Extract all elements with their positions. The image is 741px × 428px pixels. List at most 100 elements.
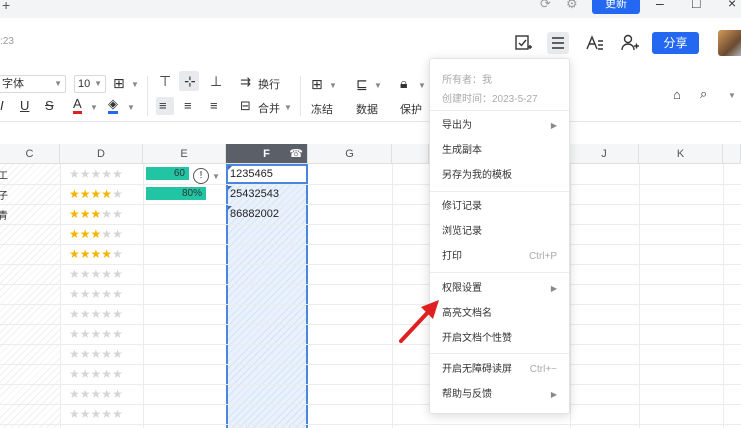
menu-item-revision-history[interactable]: 修订记录	[430, 196, 569, 218]
font-color-icon[interactable]: A	[73, 97, 82, 114]
cell-c2[interactable]: 子	[0, 187, 8, 202]
chevron-down-icon[interactable]: ▼	[728, 91, 736, 100]
align-center-icon[interactable]: ≡	[184, 98, 192, 113]
data-label[interactable]: 数据	[356, 101, 378, 117]
share-button[interactable]: 分享	[652, 32, 699, 54]
row-divider	[0, 264, 741, 265]
wrap-label[interactable]: 换行	[258, 76, 280, 92]
menu-item-highlight-name[interactable]: 高亮文档名	[430, 303, 569, 325]
cell-f2[interactable]: 25432543	[230, 188, 279, 200]
column-header-d[interactable]: D	[60, 144, 143, 164]
settings-icon[interactable]: ⚙	[566, 0, 578, 12]
star-icon: ★	[112, 367, 123, 381]
text-format-icon[interactable]	[584, 32, 606, 54]
data-icon[interactable]: ⊑	[356, 76, 368, 93]
strikethrough-icon[interactable]: S	[45, 98, 54, 113]
search-icon[interactable]: ⌕	[700, 86, 707, 102]
align-top-icon[interactable]: ⊤	[159, 73, 171, 90]
star-icon: ★	[79, 187, 91, 201]
align-middle-icon[interactable]: ⊹	[184, 73, 196, 90]
star-icon: ★	[90, 247, 102, 261]
star-rating[interactable]: ★★★★★	[69, 267, 123, 281]
freeze-icon[interactable]: ⊞	[311, 76, 323, 93]
menu-item-save-template[interactable]: 另存为我的模板	[430, 165, 569, 187]
cell-c3[interactable]: 青	[0, 207, 8, 222]
menu-item-view-history[interactable]: 浏览记录	[430, 221, 569, 243]
star-icon: ★	[90, 387, 102, 401]
star-rating[interactable]: ★★★★★	[69, 367, 123, 381]
column-header-l[interactable]	[723, 144, 741, 164]
menu-item-screen-reader[interactable]: 开启无障碍读屏 Ctrl+~	[430, 359, 569, 381]
chevron-down-icon[interactable]: ▼	[212, 172, 220, 181]
avatar[interactable]	[718, 30, 741, 56]
star-rating[interactable]: ★★★★★	[69, 347, 123, 361]
chevron-down-icon[interactable]: ▼	[284, 103, 292, 112]
star-rating[interactable]: ★★★★★	[69, 167, 123, 181]
lock-icon[interactable]: 🔒︎	[400, 75, 407, 92]
star-rating[interactable]: ★★★★★	[69, 247, 123, 261]
star-rating[interactable]: ★★★★★	[69, 307, 123, 321]
column-header-h[interactable]	[392, 144, 429, 164]
menu-item-doc-likes[interactable]: 开启文档个性赞	[430, 328, 569, 350]
align-right-icon[interactable]: ≡	[210, 98, 218, 113]
align-left-icon[interactable]: ≡	[159, 98, 167, 113]
maximize-icon[interactable]: □	[692, 0, 700, 11]
menu-item-export[interactable]: 导出为 ▶	[430, 115, 569, 137]
data-bar-e1[interactable]: 60	[146, 167, 189, 180]
star-icon: ★	[101, 207, 113, 221]
wrap-icon[interactable]: ⇉	[240, 74, 251, 90]
cell-f1[interactable]: 1235465	[230, 168, 273, 180]
font-family-select[interactable]: 字体 ▼	[0, 75, 66, 93]
menu-item-duplicate[interactable]: 生成副本	[430, 140, 569, 162]
star-rating[interactable]: ★★★★★	[69, 407, 123, 421]
chevron-down-icon[interactable]: ▼	[90, 103, 98, 112]
star-rating[interactable]: ★★★★★	[69, 327, 123, 341]
data-bar-e2[interactable]: 80%	[146, 187, 206, 200]
merge-icon[interactable]: ⊟	[240, 98, 251, 114]
column-header-f[interactable]: F ☎	[226, 144, 308, 164]
italic-icon[interactable]: I	[0, 98, 4, 113]
menu-item-print[interactable]: 打印 Ctrl+P	[430, 246, 569, 268]
menu-item-help[interactable]: 帮助与反馈 ▶	[430, 384, 569, 406]
font-size-select[interactable]: 10 ▼	[74, 75, 106, 93]
star-rating[interactable]: ★★★★★	[69, 207, 123, 221]
protect-label[interactable]: 保护	[400, 101, 422, 117]
column-header-e[interactable]: E	[143, 144, 226, 164]
task-check-icon[interactable]	[512, 32, 534, 54]
spreadsheet-grid[interactable]: 工 子 青 ★★★★★ ★★★★★ ★★★★★ ★★★★★ ★★★★★ ★★★★★ ★★★★…	[0, 164, 741, 428]
row-divider	[0, 324, 741, 325]
menu-item-label: 导出为	[442, 120, 472, 131]
chevron-down-icon[interactable]: ▼	[329, 81, 337, 90]
format-painter-icon[interactable]: ⌂	[673, 87, 681, 102]
cell-c1[interactable]: 工	[0, 167, 8, 182]
chevron-down-icon[interactable]: ▼	[374, 81, 382, 90]
cell-f3[interactable]: 86882002	[230, 208, 279, 220]
freeze-label[interactable]: 冻结	[311, 101, 333, 117]
new-tab-plus-icon[interactable]: +	[2, 0, 10, 13]
align-bottom-icon[interactable]: ⊥	[210, 73, 222, 90]
star-rating[interactable]: ★★★★★	[69, 387, 123, 401]
border-icon[interactable]: ⊞	[113, 75, 125, 92]
menu-item-permissions[interactable]: 权限设置 ▶	[430, 278, 569, 300]
add-collaborator-icon[interactable]	[619, 32, 641, 54]
underline-icon[interactable]: U	[20, 98, 29, 113]
column-header-j[interactable]: J	[570, 144, 639, 164]
column-header-g[interactable]: G	[308, 144, 392, 164]
star-rating[interactable]: ★★★★★	[69, 187, 123, 201]
star-rating[interactable]: ★★★★★	[69, 287, 123, 301]
fill-color-icon[interactable]: ◈	[108, 97, 118, 114]
row-divider	[0, 204, 741, 205]
warning-icon[interactable]: !	[193, 168, 209, 184]
menu-icon[interactable]	[547, 32, 569, 54]
chevron-down-icon[interactable]: ▼	[418, 81, 426, 90]
update-button[interactable]: 更新	[592, 0, 640, 14]
refresh-icon[interactable]: ⟳	[540, 0, 551, 12]
column-header-c[interactable]: C	[0, 144, 60, 164]
close-icon[interactable]: ×	[728, 0, 736, 11]
star-rating[interactable]: ★★★★★	[69, 227, 123, 241]
minimize-icon[interactable]: –	[656, 0, 664, 11]
merge-label[interactable]: 合并	[258, 100, 280, 116]
chevron-down-icon[interactable]: ▼	[131, 80, 139, 89]
column-header-k[interactable]: K	[639, 144, 723, 164]
chevron-down-icon[interactable]: ▼	[127, 103, 135, 112]
